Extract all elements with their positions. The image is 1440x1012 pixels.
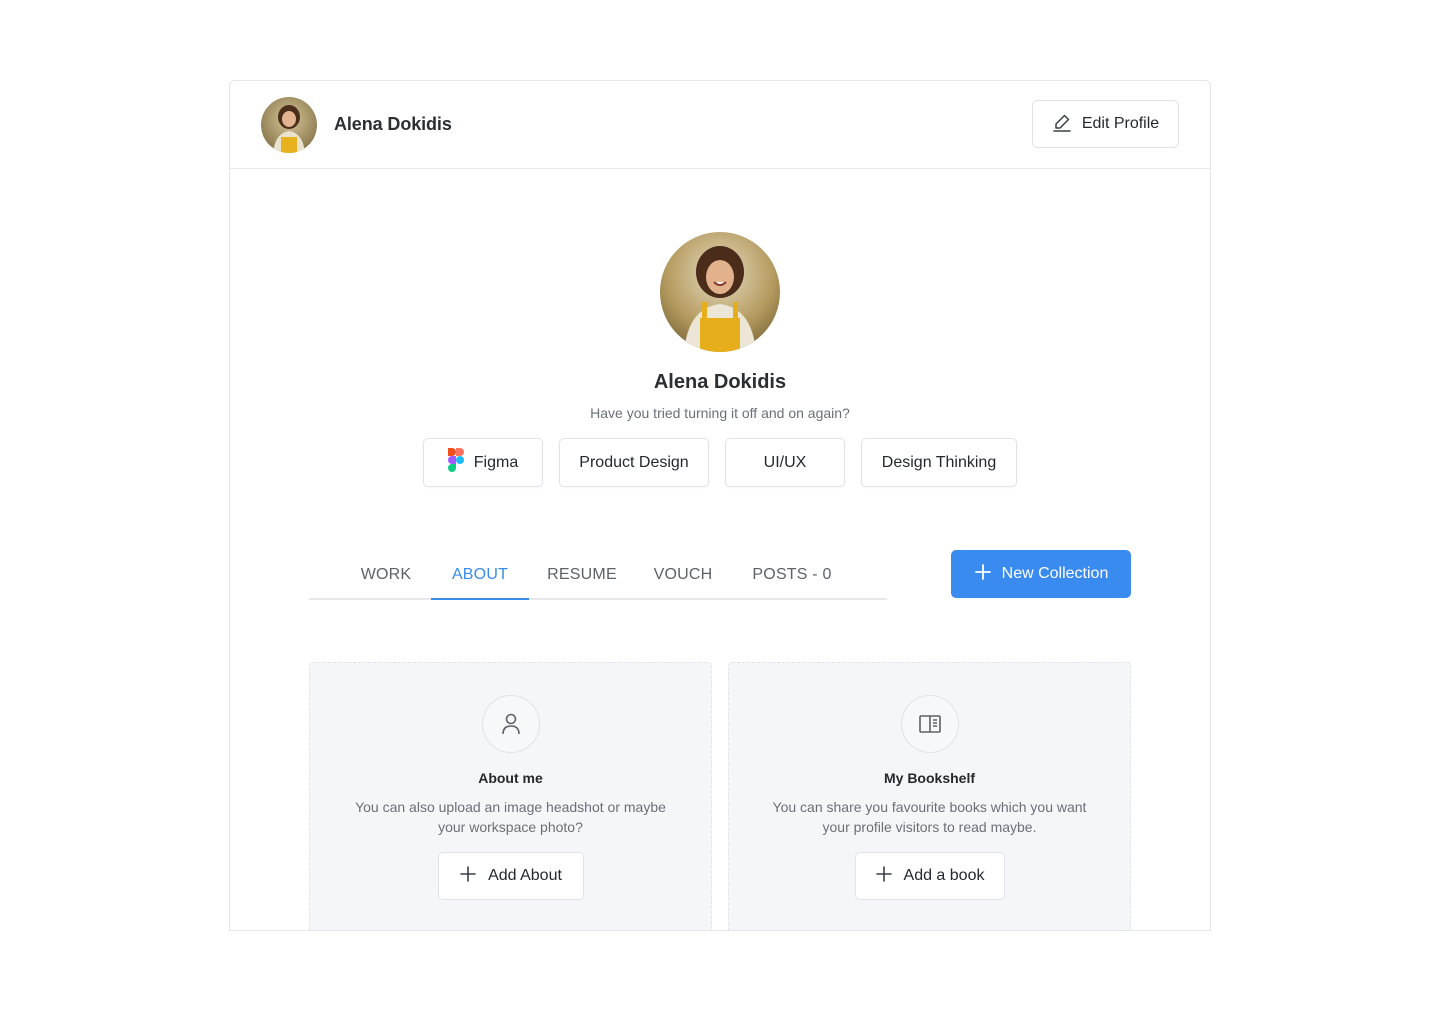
skill-label: UI/UX	[763, 453, 807, 471]
profile-tagline: Have you tried turning it off and on aga…	[590, 405, 850, 421]
add-book-label: Add a book	[903, 867, 985, 884]
add-about-button[interactable]: Add About	[438, 852, 584, 900]
skill-chip-ui-ux[interactable]: UI/UX	[725, 438, 845, 487]
tab-vouch[interactable]: VOUCH	[635, 550, 731, 600]
pencil-icon	[1052, 112, 1072, 137]
bookshelf-card: My Bookshelf You can share you favourite…	[728, 662, 1131, 930]
profile-window: Alena Dokidis Edit Profile Alena Dokidis…	[229, 80, 1211, 931]
add-about-label: Add About	[488, 867, 562, 884]
plus-icon	[460, 865, 476, 887]
tab-resume[interactable]: RESUME	[531, 550, 633, 600]
user-icon	[481, 695, 540, 753]
card-title: My Bookshelf	[883, 770, 975, 786]
avatar[interactable]	[261, 97, 317, 153]
skill-label: Design Thinking	[881, 453, 997, 471]
edit-profile-label: Edit Profile	[1081, 115, 1160, 132]
plus-icon	[875, 865, 892, 887]
book-icon	[900, 695, 959, 753]
skill-chip-product-design[interactable]: Product Design	[559, 438, 709, 487]
tab-posts[interactable]: POSTS - 0	[733, 550, 851, 600]
skill-chip-figma[interactable]: Figma	[423, 438, 543, 487]
plus-icon	[974, 563, 992, 586]
tab-work[interactable]: WORK	[343, 550, 429, 600]
figma-icon	[447, 448, 464, 477]
add-book-button[interactable]: Add a book	[855, 852, 1005, 900]
skill-chip-design-thinking[interactable]: Design Thinking	[861, 438, 1017, 487]
card-title: About me	[478, 770, 543, 786]
top-bar: Alena Dokidis Edit Profile	[230, 81, 1210, 169]
card-description: You can share you favourite books which …	[772, 799, 1087, 835]
skill-label: Product Design	[579, 453, 689, 471]
profile-avatar[interactable]	[660, 232, 780, 352]
card-description: You can also upload an image headshot or…	[355, 799, 666, 835]
new-collection-label: New Collection	[1001, 565, 1109, 582]
tab-about[interactable]: ABOUT	[431, 550, 529, 600]
skill-label: Figma	[473, 453, 519, 471]
profile-tabs: WORK ABOUT RESUME VOUCH POSTS - 0	[309, 550, 887, 600]
profile-name: Alena Dokidis	[653, 371, 787, 393]
edit-profile-button[interactable]: Edit Profile	[1032, 100, 1179, 148]
header-user-name: Alena Dokidis	[334, 114, 452, 134]
new-collection-button[interactable]: New Collection	[951, 550, 1131, 598]
about-me-card: About me You can also upload an image he…	[309, 662, 712, 930]
